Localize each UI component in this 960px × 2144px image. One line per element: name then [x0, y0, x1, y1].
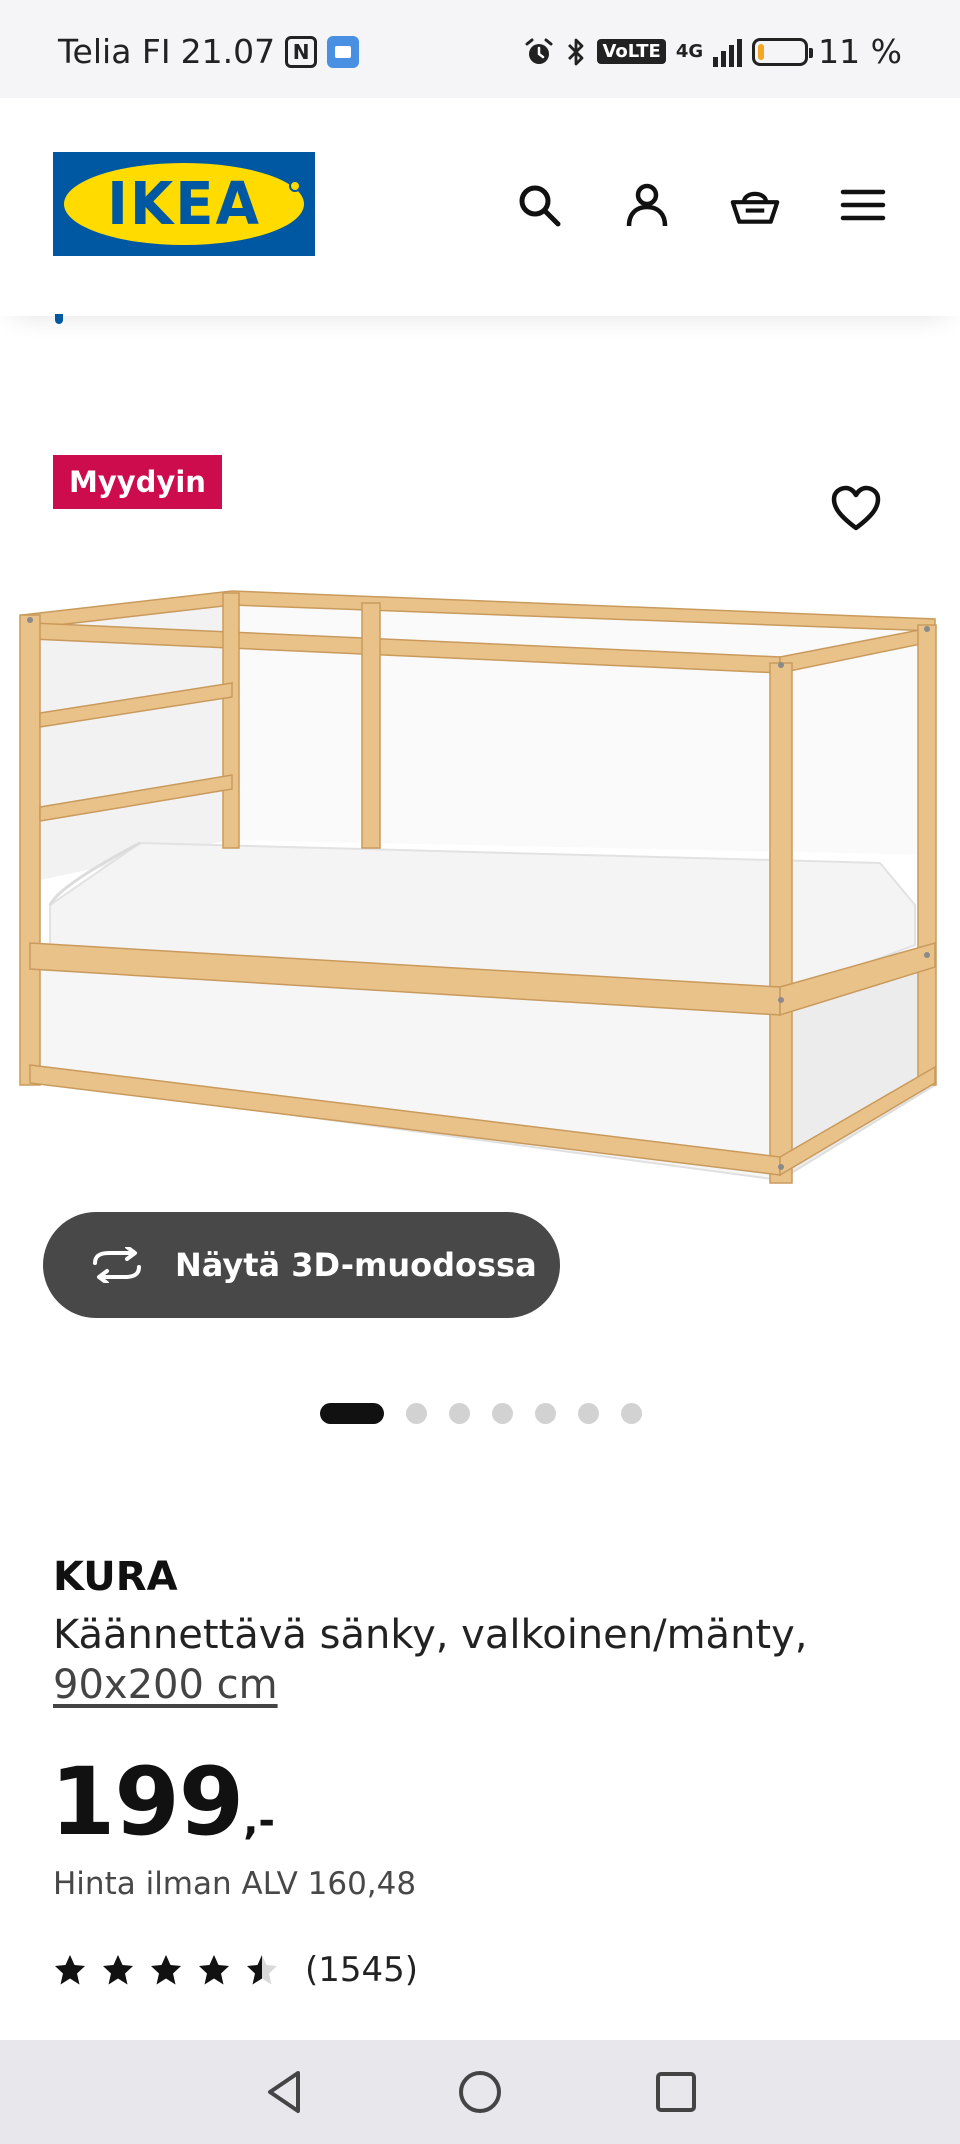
- product-name[interactable]: KURA: [53, 1554, 178, 1600]
- volte-indicator: VoLTE: [597, 39, 666, 64]
- search-icon[interactable]: [514, 180, 564, 230]
- carousel-dot[interactable]: [406, 1403, 427, 1424]
- signal-icon: [713, 37, 743, 67]
- product-price: 199 ,-: [50, 1748, 275, 1857]
- status-right: VoLTE 4G 11 %: [523, 32, 902, 71]
- carousel-dot[interactable]: [320, 1403, 384, 1424]
- status-bar: Telia FI 21.07 N VoLTE 4G 11 %: [0, 0, 960, 98]
- header-actions: [514, 180, 888, 230]
- carousel-dot[interactable]: [535, 1403, 556, 1424]
- alarm-icon: [525, 38, 553, 64]
- nfc-icon: N: [285, 35, 318, 68]
- review-count: (1545): [305, 1950, 419, 1990]
- product-rating[interactable]: (1545): [53, 1950, 418, 1990]
- recents-icon[interactable]: [653, 2069, 699, 2115]
- rotate-icon: [93, 1247, 141, 1283]
- view-3d-label: Näytä 3D-muodossa: [175, 1246, 537, 1284]
- bluetooth-icon: [568, 38, 584, 65]
- menu-icon[interactable]: [838, 180, 888, 230]
- screen: { "status_bar": { "carrier": "Telia FI",…: [0, 0, 960, 2144]
- carousel-dot[interactable]: [449, 1403, 470, 1424]
- system-nav-bar: [0, 2040, 960, 2144]
- star-icon: [247, 1955, 277, 1985]
- logo-oval: IKEA: [64, 163, 304, 245]
- site-header: IKEA: [0, 98, 960, 324]
- star-icon: [199, 1955, 229, 1985]
- carousel-dot[interactable]: [578, 1403, 599, 1424]
- product-size-link[interactable]: 90x200 cm: [53, 1662, 278, 1708]
- ikea-logo[interactable]: IKEA: [53, 152, 315, 256]
- carousel-dot[interactable]: [621, 1403, 642, 1424]
- product-description: Käännettävä sänky, valkoinen/mänty,: [53, 1612, 808, 1658]
- price-without-vat: Hinta ilman ALV 160,48: [53, 1866, 417, 1902]
- registered-mark: [289, 180, 301, 192]
- product-image[interactable]: [0, 575, 960, 1195]
- home-icon[interactable]: [457, 2069, 503, 2115]
- price-integer: 199: [50, 1748, 244, 1857]
- price-suffix: ,-: [243, 1798, 276, 1844]
- basket-icon[interactable]: [730, 180, 780, 230]
- status-left: Telia FI 21.07 N: [58, 32, 360, 71]
- heart-icon[interactable]: [830, 484, 882, 532]
- rating-stars: [53, 1953, 279, 1987]
- clock: 21.07: [180, 32, 276, 71]
- carousel-dots: [320, 1403, 642, 1424]
- carousel-dot[interactable]: [492, 1403, 513, 1424]
- star-icon: [103, 1955, 133, 1985]
- bestseller-badge: Myydyin: [53, 455, 222, 509]
- network-type: 4G: [675, 40, 704, 62]
- star-icon: [55, 1955, 85, 1985]
- user-icon[interactable]: [622, 180, 672, 230]
- header-accent: [55, 314, 63, 324]
- battery-percent: 11 %: [818, 32, 902, 71]
- view-3d-button[interactable]: Näytä 3D-muodossa: [43, 1212, 560, 1318]
- carrier-name: Telia FI: [58, 32, 171, 71]
- logo-text: IKEA: [107, 169, 261, 239]
- back-icon[interactable]: [261, 2069, 307, 2115]
- notification-app-icon: [327, 35, 360, 68]
- battery-fill: [758, 43, 764, 60]
- battery-icon: [752, 37, 814, 66]
- star-icon: [151, 1955, 181, 1985]
